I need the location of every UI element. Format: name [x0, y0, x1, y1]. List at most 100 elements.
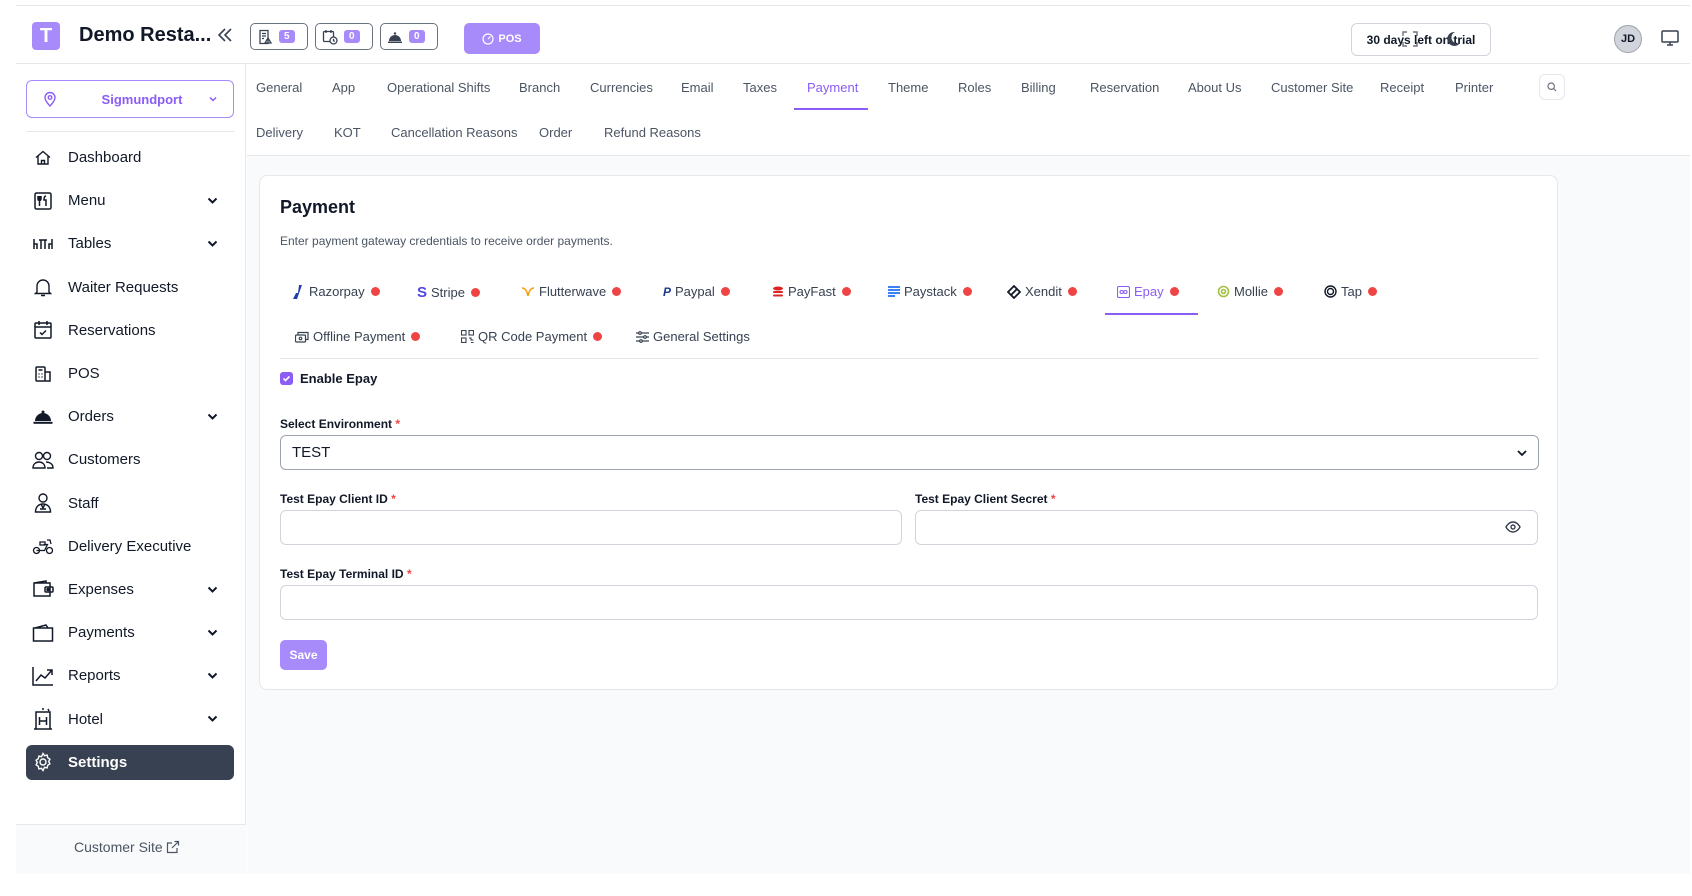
- tab-delivery[interactable]: Delivery: [256, 125, 303, 140]
- sidebar-item-customers[interactable]: Customers: [26, 438, 234, 481]
- orders-counter-button[interactable]: 5: [250, 23, 308, 50]
- cloche-icon: [33, 410, 53, 424]
- sidebar-item-dashboard[interactable]: Dashboard: [26, 136, 234, 179]
- gateway-label: Tap: [1341, 284, 1362, 299]
- chevron-down-icon: [207, 716, 218, 723]
- sidebar-item-payments[interactable]: Payments: [26, 611, 234, 654]
- client-id-input[interactable]: [280, 510, 902, 545]
- gateway-tab-epay[interactable]: Epay: [1117, 284, 1179, 299]
- page-title: Payment: [280, 197, 356, 217]
- tab-taxes[interactable]: Taxes: [743, 80, 777, 95]
- user-avatar[interactable]: JD: [1614, 25, 1642, 53]
- dark-mode-moon-icon[interactable]: [1444, 30, 1462, 48]
- tab-customer-site[interactable]: Customer Site: [1271, 80, 1353, 95]
- tab-kot[interactable]: KOT: [334, 125, 361, 140]
- tab-payment[interactable]: Payment: [807, 80, 858, 95]
- sidebar-item-reports[interactable]: Reports: [26, 654, 234, 697]
- sidebar-item-orders[interactable]: Orders: [26, 395, 234, 438]
- page-subtitle: Enter payment gateway credentials to rec…: [280, 234, 613, 248]
- required-mark: *: [1050, 492, 1056, 506]
- tab-cancellation-reasons[interactable]: Cancellation Reasons: [391, 125, 517, 140]
- sidebar-item-label: Expenses: [68, 580, 134, 598]
- pos-terminal-icon: [35, 365, 51, 382]
- reservations-counter-button[interactable]: 0: [315, 23, 373, 50]
- gateway-label: Paystack: [904, 284, 957, 299]
- gateway-tab-mollie[interactable]: Mollie: [1217, 284, 1283, 299]
- sidebar-item-reservations[interactable]: Reservations: [26, 309, 234, 352]
- gateway-label: QR Code Payment: [478, 329, 588, 344]
- tab-reservation[interactable]: Reservation: [1090, 80, 1159, 95]
- client-secret-input[interactable]: [915, 510, 1538, 545]
- environment-select[interactable]: TEST: [280, 435, 1539, 470]
- sidebar-item-pos[interactable]: POS: [26, 352, 234, 395]
- tab-roles[interactable]: Roles: [958, 80, 991, 95]
- tab-currencies[interactable]: Currencies: [590, 80, 653, 95]
- tab-receipt[interactable]: Receipt: [1380, 80, 1424, 95]
- trial-status-button[interactable]: 30 days left on trial: [1351, 23, 1491, 56]
- tab-refund-reasons[interactable]: Refund Reasons: [604, 125, 701, 140]
- tab-operational-shifts[interactable]: Operational Shifts: [387, 80, 490, 95]
- terminal-id-input[interactable]: [280, 585, 1538, 620]
- gateway-label: General Settings: [653, 329, 750, 344]
- gateway-label: Stripe: [431, 285, 465, 300]
- gateway-tab-payfast[interactable]: PayFast: [772, 284, 851, 299]
- table-icon: [33, 238, 53, 249]
- customer-site-link[interactable]: Customer Site: [74, 839, 180, 855]
- chevron-down-icon: [207, 673, 218, 680]
- tab-general[interactable]: General: [256, 80, 302, 95]
- app-logo: T: [32, 22, 60, 50]
- enable-epay-checkbox[interactable]: [280, 372, 293, 385]
- bell-service-icon: [388, 31, 402, 43]
- home-icon: [35, 150, 51, 165]
- enable-epay-checkbox-row[interactable]: Enable Epay: [280, 371, 377, 386]
- terminal-id-label: Test Epay Terminal ID *: [280, 567, 412, 581]
- sidebar-item-delivery-executive[interactable]: Delivery Executive: [26, 525, 234, 568]
- gateway-tab-paypal[interactable]: P Paypal: [663, 284, 730, 299]
- tabs-search-button[interactable]: [1539, 74, 1565, 100]
- gateway-tab-flutterwave[interactable]: Flutterwave: [521, 284, 622, 299]
- waiter-requests-counter-button[interactable]: 0: [380, 23, 438, 50]
- gateway-label: Paypal: [675, 284, 715, 299]
- terminal-id-label-text: Test Epay Terminal ID: [280, 567, 404, 581]
- gateway-tab-xendit[interactable]: Xendit: [1007, 284, 1077, 299]
- tab-email[interactable]: Email: [681, 80, 714, 95]
- sidebar-item-staff[interactable]: Staff: [26, 482, 234, 525]
- sidebar-item-tables[interactable]: Tables: [26, 222, 234, 265]
- tab-printer[interactable]: Printer: [1455, 80, 1493, 95]
- sidebar-item-label: POS: [68, 365, 100, 383]
- save-button[interactable]: Save: [280, 640, 327, 670]
- sidebar-item-settings[interactable]: Settings: [26, 744, 234, 780]
- sidebar-item-hotel[interactable]: Hotel: [26, 697, 234, 740]
- gateway-tab-stripe[interactable]: S Stripe: [417, 284, 480, 301]
- users-icon: [32, 451, 54, 469]
- fullscreen-icon[interactable]: [1401, 30, 1419, 48]
- pos-button[interactable]: POS: [464, 23, 540, 54]
- monitor-icon[interactable]: [1660, 28, 1680, 48]
- tab-branch[interactable]: Branch: [519, 80, 560, 95]
- sidebar-item-menu[interactable]: Menu: [26, 179, 234, 222]
- show-password-eye-icon[interactable]: [1505, 521, 1521, 533]
- collapse-sidebar-icon[interactable]: [216, 26, 234, 44]
- branch-selector[interactable]: Sigmundport: [26, 80, 234, 118]
- tab-order[interactable]: Order: [539, 125, 572, 140]
- gateway-label: Flutterwave: [539, 284, 607, 299]
- payment-settings-card: Payment Enter payment gateway credential…: [259, 175, 1558, 690]
- sidebar-item-waiter-requests[interactable]: Waiter Requests: [26, 266, 234, 309]
- sidebar-item-label: Menu: [68, 192, 106, 210]
- tab-about-us[interactable]: About Us: [1188, 80, 1241, 95]
- gateway-tab-qr-code-payment[interactable]: QR Code Payment: [461, 329, 603, 344]
- status-dot: [1367, 287, 1377, 296]
- gateway-tab-general-settings[interactable]: General Settings: [636, 329, 750, 344]
- gateway-tab-tap[interactable]: Tap: [1324, 284, 1377, 299]
- gateway-tab-paystack[interactable]: Paystack: [888, 284, 972, 299]
- tab-theme[interactable]: Theme: [888, 80, 928, 95]
- gateway-tab-razorpay[interactable]: Razorpay: [293, 284, 380, 299]
- environment-label: Select Environment *: [280, 417, 400, 431]
- gateway-tab-offline-payment[interactable]: Offline Payment: [295, 329, 421, 344]
- tab-billing[interactable]: Billing: [1021, 80, 1056, 95]
- active-tab-indicator: [794, 108, 868, 110]
- status-dot: [962, 287, 972, 296]
- tab-app[interactable]: App: [332, 80, 355, 95]
- sidebar-item-expenses[interactable]: Expenses: [26, 568, 234, 611]
- location-pin-icon: [44, 91, 56, 107]
